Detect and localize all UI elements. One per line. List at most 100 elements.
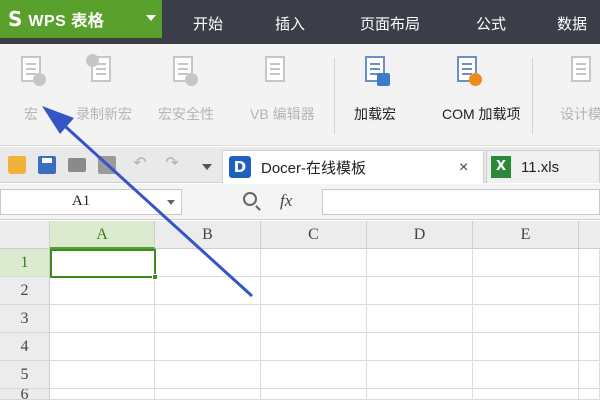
customize-dropdown-icon[interactable] xyxy=(202,164,212,170)
grid-cell[interactable] xyxy=(261,249,367,277)
design-mode-icon xyxy=(566,54,596,86)
spreadsheet-grid: A B C D E 1 2 3 4 5 6 xyxy=(0,221,600,400)
save-icon[interactable] xyxy=(38,156,56,174)
grid-cell[interactable] xyxy=(155,361,261,389)
macro-label: 宏 xyxy=(24,106,38,122)
grid-cell[interactable] xyxy=(473,305,579,333)
grid-cell[interactable] xyxy=(155,389,261,400)
grid-cell[interactable] xyxy=(579,361,600,389)
column-header[interactable]: D xyxy=(367,221,473,249)
cell-reference: A1 xyxy=(71,193,91,209)
column-header[interactable]: C xyxy=(261,221,367,249)
row-header[interactable]: 1 xyxy=(0,249,50,277)
grid-cell[interactable] xyxy=(367,333,473,361)
tab-data[interactable]: 数据 xyxy=(542,0,600,44)
doc-tab-docer[interactable]: D Docer-在线模板 × xyxy=(222,150,484,183)
quick-access-bar: ↶ ↷ D Docer-在线模板 × X 11.xls xyxy=(0,147,600,183)
row-header[interactable]: 6 xyxy=(0,389,50,400)
row-header[interactable]: 5 xyxy=(0,361,50,389)
row-header[interactable]: 4 xyxy=(0,333,50,361)
vb-editor-button[interactable]: VB 编辑器 xyxy=(250,54,315,134)
grid-cell[interactable] xyxy=(473,333,579,361)
ribbon-separator xyxy=(532,58,533,134)
column-header[interactable] xyxy=(579,221,600,249)
select-all-corner[interactable] xyxy=(0,221,50,249)
name-box[interactable]: A1 xyxy=(0,189,182,215)
grid-cell[interactable] xyxy=(155,305,261,333)
grid-cell[interactable] xyxy=(261,277,367,305)
undo-icon[interactable]: ↶ xyxy=(132,156,148,172)
docer-icon: D xyxy=(229,156,251,178)
tab-formula[interactable]: 公式 xyxy=(456,0,526,44)
grid-cell[interactable] xyxy=(579,305,600,333)
tab-start[interactable]: 开始 xyxy=(172,0,244,44)
grid-cell[interactable] xyxy=(579,389,600,400)
formula-bar: A1 fx xyxy=(0,184,600,220)
doc-tab-label: Docer-在线模板 xyxy=(261,159,367,177)
column-header[interactable]: B xyxy=(155,221,261,249)
grid-cell[interactable] xyxy=(261,389,367,400)
addin-label: 加载宏 xyxy=(354,106,396,122)
fill-handle[interactable] xyxy=(152,274,158,280)
app-menu-button[interactable]: S WPS 表格 xyxy=(0,0,162,38)
grid-cell[interactable] xyxy=(50,333,155,361)
grid-cell[interactable] xyxy=(473,249,579,277)
grid-cell[interactable] xyxy=(155,249,261,277)
search-icon[interactable] xyxy=(243,192,257,206)
record-macro-icon xyxy=(86,54,116,86)
chevron-down-icon[interactable] xyxy=(167,200,175,205)
column-header[interactable]: E xyxy=(473,221,579,249)
wps-logo-icon: S xyxy=(8,7,23,31)
grid-cell[interactable] xyxy=(261,361,367,389)
macro-security-label: 宏安全性 xyxy=(158,106,214,122)
grid-cell[interactable] xyxy=(50,305,155,333)
grid-cell[interactable] xyxy=(155,277,261,305)
grid-cell[interactable] xyxy=(367,249,473,277)
macro-security-button[interactable]: 宏安全性 xyxy=(158,54,214,134)
vb-editor-label: VB 编辑器 xyxy=(250,106,315,122)
macro-security-icon xyxy=(168,54,198,86)
column-header[interactable]: A xyxy=(50,221,155,249)
grid-cell[interactable] xyxy=(473,277,579,305)
addin-button[interactable]: 加载宏 xyxy=(354,54,396,134)
formula-input[interactable] xyxy=(322,189,600,215)
record-macro-button[interactable]: 录制新宏 xyxy=(76,54,132,134)
redo-icon[interactable]: ↷ xyxy=(164,156,180,172)
macro-button[interactable]: 宏 xyxy=(16,54,46,134)
grid-cell[interactable] xyxy=(50,361,155,389)
print-preview-icon[interactable] xyxy=(98,156,116,174)
design-mode-button[interactable]: 设计模 xyxy=(560,54,600,134)
com-addin-icon xyxy=(452,54,482,86)
grid-cell[interactable] xyxy=(579,333,600,361)
grid-cell[interactable] xyxy=(473,361,579,389)
tab-page-layout[interactable]: 页面布局 xyxy=(340,0,440,44)
macro-icon xyxy=(16,54,46,86)
open-folder-icon[interactable] xyxy=(8,156,26,174)
xls-file-icon: X xyxy=(491,156,511,178)
close-icon[interactable]: × xyxy=(459,159,468,177)
grid-cell[interactable] xyxy=(367,389,473,400)
print-icon[interactable] xyxy=(68,158,86,172)
grid-cell[interactable] xyxy=(50,389,155,400)
addin-icon xyxy=(360,54,390,86)
grid-cell[interactable] xyxy=(367,361,473,389)
function-icon[interactable]: fx xyxy=(280,191,292,211)
com-addin-button[interactable]: COM 加载项 xyxy=(442,54,521,134)
tab-insert[interactable]: 插入 xyxy=(254,0,326,44)
grid-cell[interactable] xyxy=(367,277,473,305)
doc-tab-xls[interactable]: X 11.xls xyxy=(486,150,600,183)
row-header[interactable]: 2 xyxy=(0,277,50,305)
grid-cell[interactable] xyxy=(155,333,261,361)
grid-cell[interactable] xyxy=(261,305,367,333)
ribbon: 宏 录制新宏 宏安全性 VB 编辑器 加载宏 COM 加载项 设计模 xyxy=(0,44,600,146)
grid-cell[interactable] xyxy=(473,389,579,400)
grid-cell[interactable] xyxy=(367,305,473,333)
grid-cell[interactable] xyxy=(579,249,600,277)
vb-editor-icon xyxy=(260,54,290,86)
grid-cell[interactable] xyxy=(50,277,155,305)
row-header[interactable]: 3 xyxy=(0,305,50,333)
menu-bar: S WPS 表格 开始 插入 页面布局 公式 数据 xyxy=(0,0,600,44)
grid-cell[interactable] xyxy=(579,277,600,305)
grid-cell[interactable] xyxy=(261,333,367,361)
active-cell[interactable] xyxy=(50,249,158,280)
